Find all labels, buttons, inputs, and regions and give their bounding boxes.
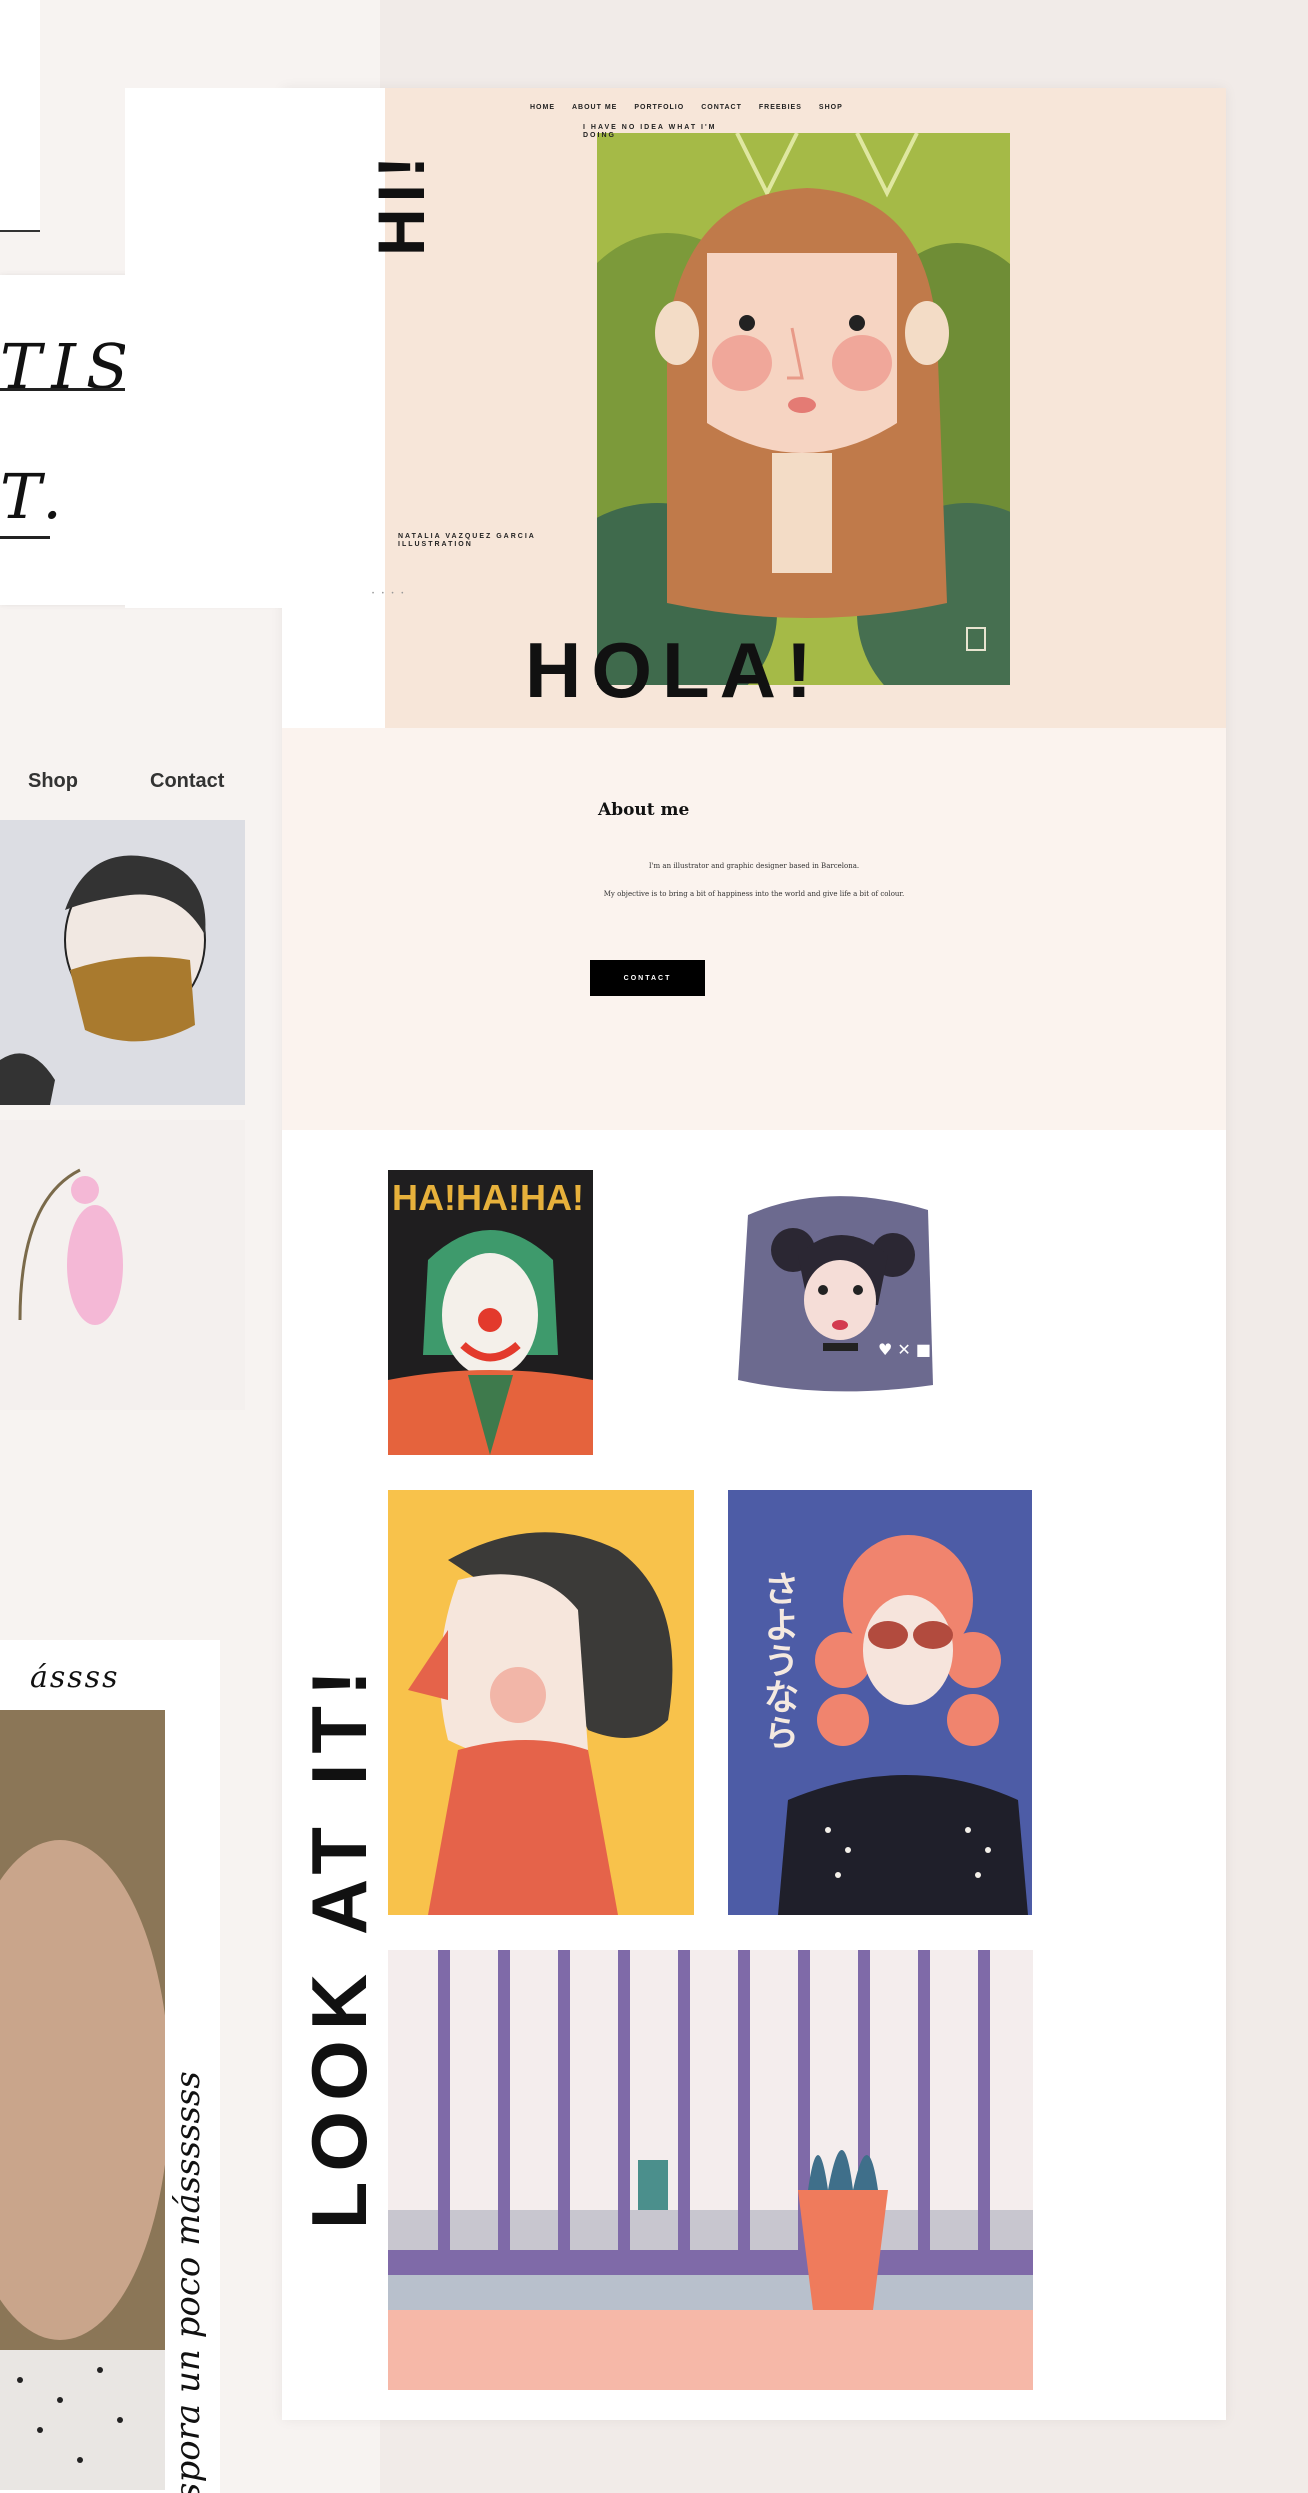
script-top: ássss (30, 1660, 120, 1695)
script-vertical: spora un poco másssssss (168, 2071, 208, 2493)
left-nav-shop[interactable]: Shop (28, 770, 78, 793)
photo-collage-card: ássss spora un poco másssssss (0, 1640, 220, 2493)
about-title: About me (598, 800, 690, 820)
portfolio-window-plant[interactable] (388, 1950, 1033, 2390)
hero-tagline: I HAVE NO IDEA WHAT I'M DOING (583, 124, 717, 139)
nav-contact[interactable]: CONTACT (701, 104, 742, 111)
nav-portfolio[interactable]: PORTFOLIO (634, 104, 684, 111)
nav-about-me[interactable]: ABOUT ME (572, 104, 617, 111)
portfolio-sayonara-girl[interactable]: さようなら (728, 1490, 1032, 1915)
paper-snippet (0, 0, 40, 232)
author-name: NATALIA VAZQUEZ GARCIA ILLUSTRATION (398, 533, 536, 548)
joker-ha-text: HA!HA!HA! (392, 1177, 584, 1218)
top-navigation: HOME ABOUT ME PORTFOLIO CONTACT FREEBIES… (530, 104, 843, 111)
hand-underline-2 (0, 536, 50, 539)
nav-shop[interactable]: SHOP (819, 104, 843, 111)
portfolio-joker[interactable]: HA!HA!HA! (388, 1170, 593, 1455)
look-at-it-heading: LOOK AT IT! (295, 1660, 383, 2230)
handwritten-line-2: T. (0, 460, 72, 533)
left-nav-contact[interactable]: Contact (150, 770, 224, 793)
svg-text:♥ ✕ ■: ♥ ✕ ■ (878, 1340, 931, 1359)
side-pagination[interactable]: • • • • (372, 590, 406, 599)
pink-flower-illustration (0, 1120, 245, 1410)
nav-home[interactable]: HOME (530, 104, 555, 111)
nav-freebies[interactable]: FREEBIES (759, 104, 802, 111)
photo-person (0, 1710, 170, 2490)
portfolio-punk-girl[interactable]: ♥ ✕ ■ (728, 1185, 940, 1405)
hero-girl-illustration (597, 133, 1010, 685)
portfolio-profile-woman[interactable] (388, 1490, 694, 1915)
masked-man-illustration (0, 820, 245, 1105)
hola-heading: HOLA! (525, 626, 822, 714)
about-section (282, 728, 1226, 1130)
about-line-1: I'm an illustrator and graphic designer … (648, 862, 860, 870)
contact-button[interactable]: CONTACT (590, 960, 705, 996)
about-line-2: My objective is to bring a bit of happin… (603, 890, 905, 898)
white-overlap-block (125, 88, 385, 608)
hi-heading: HI! (364, 150, 438, 256)
sayonara-text: さようなら (758, 1570, 799, 1750)
